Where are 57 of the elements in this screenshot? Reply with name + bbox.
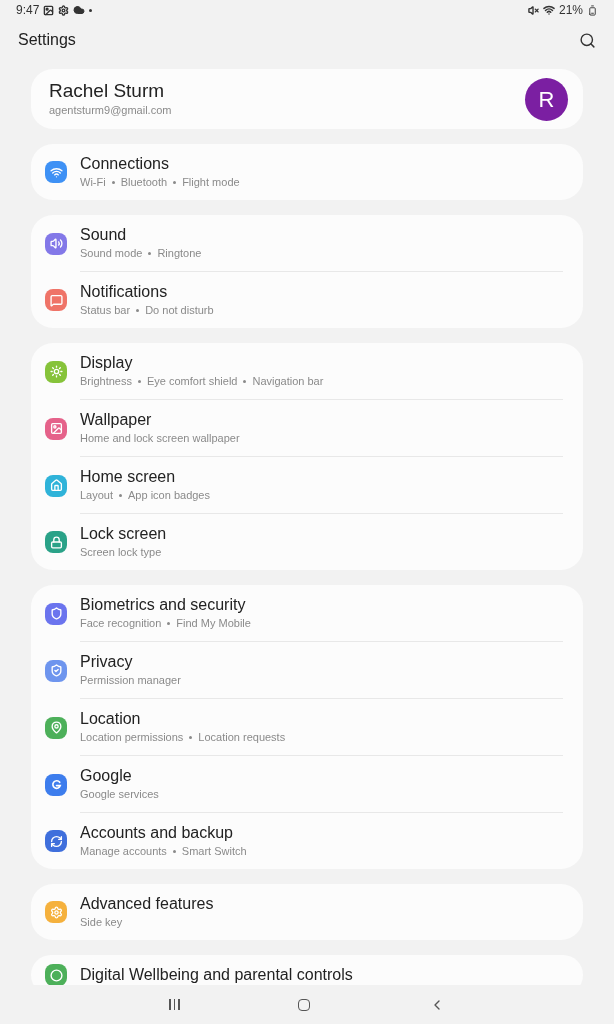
setting-item[interactable]: Privacy Permission manager <box>80 652 563 688</box>
setting-title: Biometrics and security <box>80 595 247 615</box>
setting-summary: Home and lock screen wallpaper <box>80 431 241 446</box>
setting-summary: Side key <box>80 915 124 930</box>
battery-icon <box>587 4 598 16</box>
wifi-icon <box>542 4 555 16</box>
avatar: R <box>525 77 568 121</box>
profile-email: agentsturm9@gmail.com <box>49 103 172 119</box>
setting-summary: Location permissions Location requests <box>80 730 287 745</box>
setting-title: Lock screen <box>80 524 168 544</box>
setting-summary: Google services <box>80 787 160 802</box>
setting-summary: Face recognition Find My Mobile <box>80 616 252 631</box>
setting-title: Digital Wellbeing and parental controls <box>80 965 354 985</box>
setting-title: Advanced features <box>80 894 215 914</box>
setting-item[interactable]: Accounts and backup Manage accounts Smart Switch <box>80 823 563 859</box>
search-icon <box>579 31 596 49</box>
setting-title: Notifications <box>80 282 169 302</box>
setting-summary: Screen lock type <box>80 545 163 560</box>
gear-icon <box>58 4 70 16</box>
clock: 9:47 <box>16 2 40 19</box>
setting-title: Sound <box>80 225 128 245</box>
search-button[interactable] <box>579 31 596 49</box>
home-button[interactable] <box>298 998 311 1011</box>
recent-apps-button[interactable] <box>169 999 180 1010</box>
mute-icon <box>527 4 539 16</box>
setting-summary: Manage accounts Smart Switch <box>80 844 248 859</box>
profile-name: Rachel Sturm <box>49 79 166 103</box>
setting-item[interactable]: Google Google services <box>80 766 563 802</box>
setting-title: Privacy <box>80 652 134 672</box>
setting-item[interactable]: Notifications Status bar Do not disturb <box>80 282 563 318</box>
setting-title: Google <box>80 766 133 786</box>
setting-summary: Wi-Fi Bluetooth Flight mode <box>80 175 241 190</box>
profile-card[interactable]: Rachel Sturm agentsturm9@gmail.com R <box>31 69 583 129</box>
setting-title: Accounts and backup <box>80 823 234 843</box>
setting-item[interactable]: Sound Sound mode Ringtone <box>80 225 563 261</box>
setting-item[interactable]: Home screen Layout App icon badges <box>80 467 563 503</box>
setting-summary: Permission manager <box>80 673 182 688</box>
setting-item[interactable]: Advanced features Side key <box>80 894 563 930</box>
setting-title: Wallpaper <box>80 410 153 430</box>
setting-item[interactable]: Display Brightness Eye comfort shield Navigation bar <box>80 353 563 389</box>
setting-summary: Brightness Eye comfort shield Navigation bar <box>80 374 325 389</box>
setting-title: Display <box>80 353 134 373</box>
setting-summary: Layout App icon badges <box>80 488 211 503</box>
cloud-icon <box>73 4 86 16</box>
setting-item[interactable]: Location Location permissions Location requests <box>80 709 563 745</box>
page-title: Settings <box>18 30 76 50</box>
battery-percent: 21% <box>558 2 583 19</box>
setting-summary: Status bar Do not disturb <box>80 303 215 318</box>
setting-item[interactable]: Biometrics and security Face recognition Find My Mobile <box>80 595 563 631</box>
setting-title: Home screen <box>80 467 177 487</box>
setting-item[interactable]: Wallpaper Home and lock screen wallpaper <box>80 410 563 446</box>
setting-summary: Sound mode Ringtone <box>80 246 203 261</box>
setting-item[interactable]: Lock screen Screen lock type <box>80 524 563 560</box>
setting-title: Connections <box>80 154 170 174</box>
setting-title: Location <box>80 709 142 729</box>
image-icon <box>43 4 55 16</box>
setting-item[interactable]: Connections Wi-Fi Bluetooth Flight mode <box>80 154 563 190</box>
